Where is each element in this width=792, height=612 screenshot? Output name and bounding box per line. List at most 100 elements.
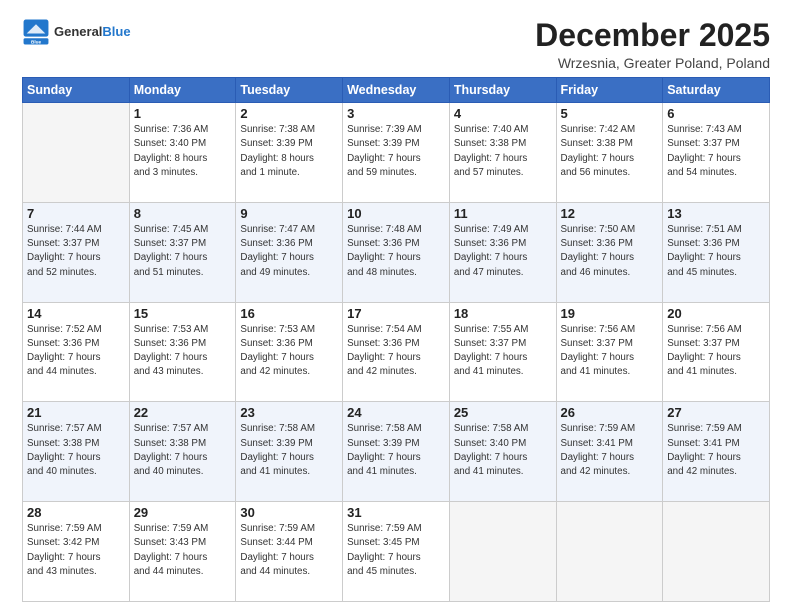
calendar-cell: 18Sunrise: 7:55 AMSunset: 3:37 PMDayligh… bbox=[449, 302, 556, 402]
day-number: 15 bbox=[134, 306, 232, 321]
weekday-header-thursday: Thursday bbox=[449, 78, 556, 103]
day-info: Sunrise: 7:39 AMSunset: 3:39 PMDaylight:… bbox=[347, 123, 445, 180]
calendar-cell: 11 Sunrise: 7:49 AMSunset: 3:36 PMDayligh… bbox=[449, 202, 556, 302]
day-info: Sunrise: 7:59 AMSunset: 3:42 PMDaylight:… bbox=[27, 522, 125, 579]
week-row-4: 21 Sunrise: 7:57 AMSunset: 3:38 PMDayligh… bbox=[23, 402, 770, 502]
day-info: Sunrise: 7:38 AMSunset: 3:39 PMDaylight:… bbox=[240, 123, 338, 180]
day-info: Sunrise: 7:47 AMSunset: 3:36 PMDaylight:… bbox=[240, 223, 338, 280]
day-number: 19 bbox=[561, 306, 659, 321]
day-info: Sunrise: 7:59 AMSunset: 3:41 PMDaylight:… bbox=[667, 422, 765, 479]
calendar-cell bbox=[23, 103, 130, 203]
title-block: December 2025 Wrzesnia, Greater Poland, … bbox=[535, 18, 770, 71]
day-number: 21 bbox=[27, 405, 125, 420]
calendar-table: SundayMondayTuesdayWednesdayThursdayFrid… bbox=[22, 77, 770, 602]
day-number: 8 bbox=[134, 206, 232, 221]
day-number: 28 bbox=[27, 505, 125, 520]
day-number: 29 bbox=[134, 505, 232, 520]
logo-icon: Blue bbox=[22, 18, 50, 46]
day-number: 20 bbox=[667, 306, 765, 321]
week-row-5: 28 Sunrise: 7:59 AMSunset: 3:42 PMDayligh… bbox=[23, 502, 770, 602]
calendar-cell: 8 Sunrise: 7:45 AMSunset: 3:37 PMDaylight… bbox=[129, 202, 236, 302]
calendar-cell: 25Sunrise: 7:58 AMSunset: 3:40 PMDayligh… bbox=[449, 402, 556, 502]
day-number: 12 bbox=[561, 206, 659, 221]
calendar-cell: 2Sunrise: 7:38 AMSunset: 3:39 PMDaylight… bbox=[236, 103, 343, 203]
calendar-subtitle: Wrzesnia, Greater Poland, Poland bbox=[535, 55, 770, 71]
calendar-cell: 29 Sunrise: 7:59 AMSunset: 3:43 PMDayligh… bbox=[129, 502, 236, 602]
day-number: 1 bbox=[134, 106, 232, 121]
day-number: 11 bbox=[454, 206, 552, 221]
calendar-cell: 17 Sunrise: 7:54 AMSunset: 3:36 PMDayligh… bbox=[343, 302, 450, 402]
day-number: 6 bbox=[667, 106, 765, 121]
calendar-cell: 19 Sunrise: 7:56 AMSunset: 3:37 PMDayligh… bbox=[556, 302, 663, 402]
day-number: 13 bbox=[667, 206, 765, 221]
day-info: Sunrise: 7:54 AMSunset: 3:36 PMDaylight:… bbox=[347, 323, 445, 380]
day-info: Sunrise: 7:59 AMSunset: 3:45 PMDaylight:… bbox=[347, 522, 445, 579]
day-number: 9 bbox=[240, 206, 338, 221]
day-info: Sunrise: 7:59 AMSunset: 3:41 PMDaylight:… bbox=[561, 422, 659, 479]
calendar-cell bbox=[449, 502, 556, 602]
calendar-cell: 24Sunrise: 7:58 AMSunset: 3:39 PMDayligh… bbox=[343, 402, 450, 502]
day-info: Sunrise: 7:45 AMSunset: 3:37 PMDaylight:… bbox=[134, 223, 232, 280]
calendar-cell: 7 Sunrise: 7:44 AMSunset: 3:37 PMDaylight… bbox=[23, 202, 130, 302]
day-info: Sunrise: 7:57 AMSunset: 3:38 PMDaylight:… bbox=[134, 422, 232, 479]
day-info: Sunrise: 7:50 AMSunset: 3:36 PMDaylight:… bbox=[561, 223, 659, 280]
day-info: Sunrise: 7:40 AMSunset: 3:38 PMDaylight:… bbox=[454, 123, 552, 180]
calendar-cell: 27 Sunrise: 7:59 AMSunset: 3:41 PMDayligh… bbox=[663, 402, 770, 502]
day-number: 16 bbox=[240, 306, 338, 321]
day-number: 17 bbox=[347, 306, 445, 321]
calendar-cell: 26 Sunrise: 7:59 AMSunset: 3:41 PMDayligh… bbox=[556, 402, 663, 502]
calendar-cell: 9 Sunrise: 7:47 AMSunset: 3:36 PMDaylight… bbox=[236, 202, 343, 302]
calendar-cell: 31 Sunrise: 7:59 AMSunset: 3:45 PMDayligh… bbox=[343, 502, 450, 602]
day-number: 10 bbox=[347, 206, 445, 221]
calendar-cell: 28 Sunrise: 7:59 AMSunset: 3:42 PMDayligh… bbox=[23, 502, 130, 602]
weekday-header-tuesday: Tuesday bbox=[236, 78, 343, 103]
day-number: 5 bbox=[561, 106, 659, 121]
svg-text:Blue: Blue bbox=[31, 40, 42, 45]
week-row-1: 1 Sunrise: 7:36 AMSunset: 3:40 PMDaylight… bbox=[23, 103, 770, 203]
logo-text: GeneralBlue bbox=[54, 24, 131, 40]
calendar-cell: 12 Sunrise: 7:50 AMSunset: 3:36 PMDayligh… bbox=[556, 202, 663, 302]
day-number: 4 bbox=[454, 106, 552, 121]
day-number: 7 bbox=[27, 206, 125, 221]
day-info: Sunrise: 7:59 AMSunset: 3:44 PMDaylight:… bbox=[240, 522, 338, 579]
header: Blue GeneralBlue December 2025 Wrzesnia,… bbox=[22, 18, 770, 71]
day-info: Sunrise: 7:44 AMSunset: 3:37 PMDaylight:… bbox=[27, 223, 125, 280]
day-info: Sunrise: 7:43 AMSunset: 3:37 PMDaylight:… bbox=[667, 123, 765, 180]
calendar-cell bbox=[663, 502, 770, 602]
calendar-cell: 5Sunrise: 7:42 AMSunset: 3:38 PMDaylight… bbox=[556, 103, 663, 203]
day-number: 27 bbox=[667, 405, 765, 420]
day-info: Sunrise: 7:52 AMSunset: 3:36 PMDaylight:… bbox=[27, 323, 125, 380]
week-row-3: 14 Sunrise: 7:52 AMSunset: 3:36 PMDayligh… bbox=[23, 302, 770, 402]
day-number: 22 bbox=[134, 405, 232, 420]
weekday-header-monday: Monday bbox=[129, 78, 236, 103]
day-info: Sunrise: 7:36 AMSunset: 3:40 PMDaylight:… bbox=[134, 123, 232, 180]
day-info: Sunrise: 7:56 AMSunset: 3:37 PMDaylight:… bbox=[667, 323, 765, 380]
weekday-header-saturday: Saturday bbox=[663, 78, 770, 103]
weekday-header-friday: Friday bbox=[556, 78, 663, 103]
day-number: 14 bbox=[27, 306, 125, 321]
calendar-cell: 10Sunrise: 7:48 AMSunset: 3:36 PMDayligh… bbox=[343, 202, 450, 302]
calendar-cell: 3 Sunrise: 7:39 AMSunset: 3:39 PMDaylight… bbox=[343, 103, 450, 203]
day-number: 23 bbox=[240, 405, 338, 420]
calendar-cell: 6 Sunrise: 7:43 AMSunset: 3:37 PMDaylight… bbox=[663, 103, 770, 203]
day-info: Sunrise: 7:51 AMSunset: 3:36 PMDaylight:… bbox=[667, 223, 765, 280]
day-number: 26 bbox=[561, 405, 659, 420]
day-info: Sunrise: 7:49 AMSunset: 3:36 PMDaylight:… bbox=[454, 223, 552, 280]
calendar-cell: 22 Sunrise: 7:57 AMSunset: 3:38 PMDayligh… bbox=[129, 402, 236, 502]
day-info: Sunrise: 7:53 AMSunset: 3:36 PMDaylight:… bbox=[134, 323, 232, 380]
day-info: Sunrise: 7:55 AMSunset: 3:37 PMDaylight:… bbox=[454, 323, 552, 380]
day-number: 24 bbox=[347, 405, 445, 420]
calendar-title: December 2025 bbox=[535, 18, 770, 53]
day-info: Sunrise: 7:56 AMSunset: 3:37 PMDaylight:… bbox=[561, 323, 659, 380]
logo: Blue GeneralBlue bbox=[22, 18, 131, 46]
calendar-cell: 21Sunrise: 7:57 AMSunset: 3:38 PMDayligh… bbox=[23, 402, 130, 502]
day-info: Sunrise: 7:59 AMSunset: 3:43 PMDaylight:… bbox=[134, 522, 232, 579]
calendar-cell: 16Sunrise: 7:53 AMSunset: 3:36 PMDayligh… bbox=[236, 302, 343, 402]
weekday-header-wednesday: Wednesday bbox=[343, 78, 450, 103]
weekday-header-row: SundayMondayTuesdayWednesdayThursdayFrid… bbox=[23, 78, 770, 103]
day-number: 31 bbox=[347, 505, 445, 520]
weekday-header-sunday: Sunday bbox=[23, 78, 130, 103]
day-info: Sunrise: 7:58 AMSunset: 3:40 PMDaylight:… bbox=[454, 422, 552, 479]
day-number: 3 bbox=[347, 106, 445, 121]
calendar-cell: 14 Sunrise: 7:52 AMSunset: 3:36 PMDayligh… bbox=[23, 302, 130, 402]
